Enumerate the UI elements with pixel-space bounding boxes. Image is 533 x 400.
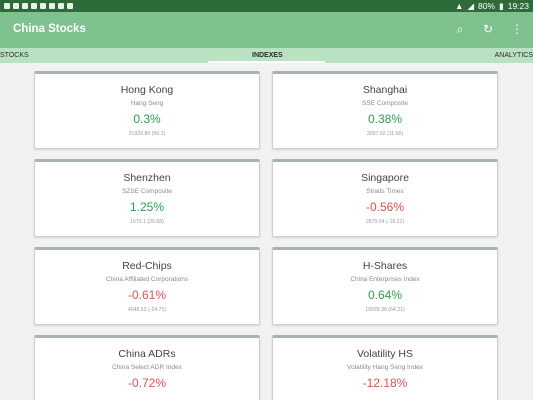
index-name: Shenzhen [123, 172, 171, 184]
notification-icon [4, 3, 10, 9]
index-subtitle: SZSE Composite [122, 188, 172, 195]
index-card-hong-kong[interactable]: Hong Kong Hang Seng 0.3% 31920.80 (66.2) [34, 71, 260, 149]
index-subtitle: China Enterprises Index [350, 276, 420, 283]
index-detail: 4048.53 (-24.71) [127, 307, 167, 313]
index-card-shenzhen[interactable]: Shenzhen SZSE Composite 1.25% 1679.1 (20… [34, 159, 260, 237]
index-card-volatility-hs[interactable]: Volatility HS Volatility Hang Seng Index… [272, 335, 498, 400]
index-grid[interactable]: Hong Kong Hang Seng 0.3% 31920.80 (66.2)… [0, 63, 533, 400]
refresh-icon[interactable]: ↻ [483, 22, 493, 37]
battery-icon: ▮ [499, 0, 504, 11]
notification-icon [49, 3, 55, 9]
notification-icon [13, 3, 19, 9]
index-card-china-adrs[interactable]: China ADRs China Select ADR Index -0.72% [34, 335, 260, 400]
index-subtitle: Volatility Hang Seng Index [347, 364, 423, 371]
index-name: H-Shares [362, 260, 408, 272]
app-title: China Stocks [13, 23, 86, 35]
index-name: Shanghai [362, 84, 408, 96]
index-card-shanghai[interactable]: Shanghai SSE Composite 0.38% 3097.02 (11… [272, 71, 498, 149]
index-subtitle: China Select ADR Index [112, 364, 182, 371]
battery-level: 80% [478, 1, 496, 11]
wifi-icon: ▲ [455, 1, 464, 11]
status-indicators: ▲ ◢ 80% ▮ 19:23 [455, 1, 529, 12]
tab-stocks[interactable]: STOCKS [0, 52, 29, 59]
tab-analytics[interactable]: ANALYTICS [495, 52, 533, 59]
tab-indexes[interactable]: INDEXES [252, 52, 283, 59]
app-bar: China Stocks ⌕ ↻ ⋮ [0, 12, 533, 48]
index-change: -0.72% [127, 376, 167, 390]
index-detail: 2879.54 (-16.22) [365, 219, 405, 225]
tab-bar: STOCKS INDEXES ANALYTICS [0, 48, 533, 63]
status-bar: ▲ ◢ 80% ▮ 19:23 [0, 0, 533, 12]
overflow-menu-icon[interactable]: ⋮ [511, 22, 523, 37]
notification-icon [40, 3, 46, 9]
index-detail: 31920.80 (66.2) [128, 131, 166, 137]
index-detail: 3097.02 (11.66) [366, 131, 404, 137]
index-change: -0.61% [127, 288, 167, 302]
index-change: -0.56% [365, 200, 405, 214]
index-subtitle: Straits Times [366, 188, 404, 195]
index-name: Red-Chips [122, 260, 172, 272]
index-subtitle: Hang Seng [130, 100, 164, 107]
index-card-red-chips[interactable]: Red-Chips China Affiliated Corporations … [34, 247, 260, 325]
index-name: China ADRs [118, 348, 176, 360]
index-detail: 10028.38 (64.21) [365, 307, 405, 313]
clock: 19:23 [507, 1, 529, 11]
notification-icon [67, 3, 73, 9]
notification-icon [22, 3, 28, 9]
notification-icon [58, 3, 64, 9]
index-card-singapore[interactable]: Singapore Straits Times -0.56% 2879.54 (… [272, 159, 498, 237]
search-icon[interactable]: ⌕ [455, 22, 465, 37]
index-subtitle: China Affiliated Corporations [105, 276, 189, 283]
signal-icon: ◢ [467, 0, 475, 11]
index-change: 1.25% [129, 200, 165, 214]
index-name: Volatility HS [356, 348, 414, 360]
index-name: Singapore [361, 172, 409, 184]
app-actions: ⌕ ↻ ⋮ [455, 22, 523, 37]
index-detail: 1679.1 (20.68) [130, 219, 164, 225]
index-subtitle: SSE Composite [362, 100, 408, 107]
index-name: Hong Kong [120, 84, 174, 96]
index-change: 0.38% [367, 112, 403, 126]
notification-icons [4, 3, 73, 9]
notification-icon [31, 3, 37, 9]
index-change: 0.64% [367, 288, 403, 302]
index-change: 0.3% [133, 112, 161, 126]
index-change: -12.18% [362, 376, 408, 390]
index-card-h-shares[interactable]: H-Shares China Enterprises Index 0.64% 1… [272, 247, 498, 325]
